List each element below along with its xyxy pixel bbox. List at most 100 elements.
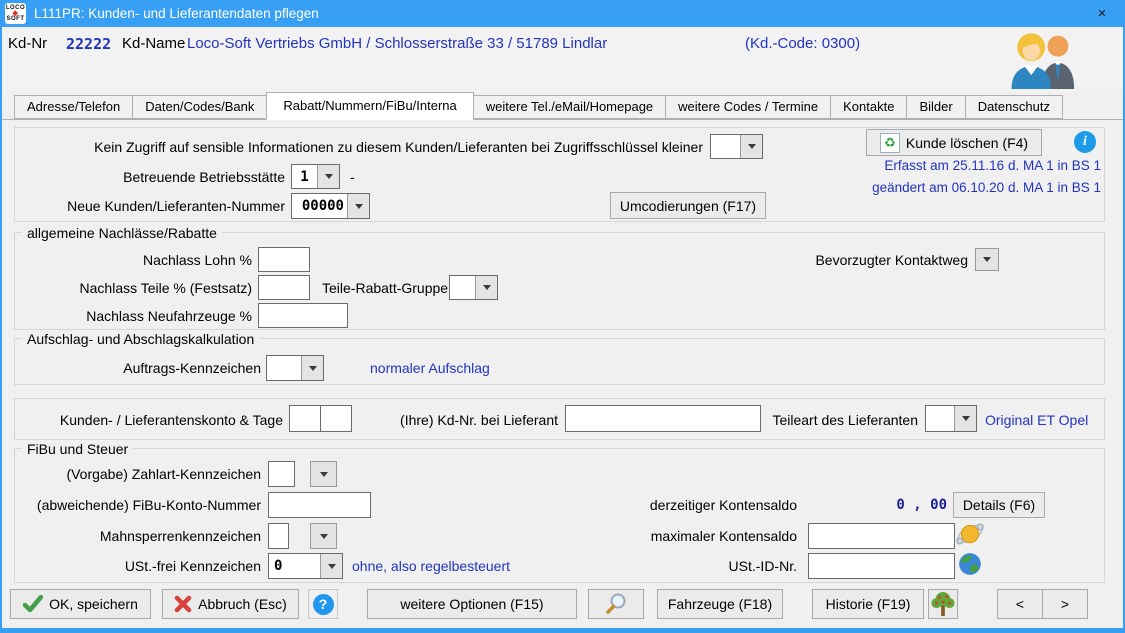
zahlart-label: (Vorgabe) Zahlart-Kennzeichen: [20, 466, 261, 482]
fibu-konto-label: (abweichende) FiBu-Konto-Nummer: [20, 497, 261, 513]
abbruch-label: Abbruch (Esc): [198, 596, 287, 612]
prev-button[interactable]: <: [997, 589, 1043, 619]
kdname-value: Loco-Soft Vertriebs GmbH / Schlosserstra…: [187, 35, 607, 52]
betriebsstaette-value: 1: [292, 165, 317, 188]
kontensaldo-label: derzeitiger Kontensaldo: [600, 497, 797, 513]
access-key-value: [711, 135, 740, 158]
details-button[interactable]: Details (F6): [953, 492, 1045, 518]
ok-speichern-label: OK, speichern: [49, 596, 138, 612]
betriebsstaette-combobox[interactable]: 1: [291, 164, 340, 189]
chevron-down-icon[interactable]: [347, 194, 369, 218]
mahnsperre-dropdown[interactable]: [310, 523, 337, 549]
teile-rabatt-gruppe-combobox[interactable]: [449, 275, 498, 300]
tab-daten-codes-bank[interactable]: Daten/Codes/Bank: [132, 95, 267, 119]
check-icon: [23, 595, 43, 613]
neue-nummer-combobox[interactable]: 00000: [291, 193, 370, 219]
globe-icon: [957, 551, 983, 577]
nachlass-neufahrzeuge-input[interactable]: [258, 303, 348, 328]
tab-weitere-tel-email-homepage[interactable]: weitere Tel./eMail/Homepage: [473, 95, 666, 119]
teileart-combobox[interactable]: [925, 405, 977, 432]
title-bar: LOCO ◆ SOFT L111PR: Kunden- und Lieferan…: [0, 0, 1125, 27]
nachlass-teile-label: Nachlass Teile % (Festsatz): [20, 280, 252, 296]
max-kontensaldo-label: maximaler Kontensaldo: [600, 528, 797, 544]
fahrzeuge-button[interactable]: Fahrzeuge (F18): [657, 589, 783, 619]
logo-text-bottom: SOFT: [7, 16, 25, 22]
umcodierungen-button[interactable]: Umcodierungen (F17): [610, 192, 766, 219]
delete-recycle-icon: ♻: [880, 133, 900, 153]
search-icon: [604, 592, 628, 616]
teileart-hint: Original ET Opel: [985, 412, 1088, 428]
teileart-label: Teileart des Lieferanten: [762, 412, 918, 428]
app-window: LOCO ◆ SOFT L111PR: Kunden- und Lieferan…: [0, 0, 1125, 633]
weitere-optionen-button[interactable]: weitere Optionen (F15): [367, 589, 577, 619]
kunde-loeschen-button[interactable]: ♻ Kunde löschen (F4): [866, 129, 1042, 156]
kdnr-bei-lieferant-input[interactable]: [565, 405, 761, 432]
ustid-input[interactable]: [808, 553, 955, 579]
help-icon: ?: [313, 594, 334, 615]
kdcode-value: (Kd.-Code: 0300): [745, 35, 860, 52]
aufschlag-legend: Aufschlag- und Abschlagskalkulation: [22, 331, 259, 347]
teile-rabatt-gruppe-label: Teile-Rabatt-Gruppe: [322, 280, 448, 296]
auftrags-kennzeichen-label: Auftrags-Kennzeichen: [20, 360, 261, 376]
window-border-left: [0, 27, 2, 633]
tab-bilder[interactable]: Bilder: [906, 95, 965, 119]
chevron-down-icon[interactable]: [317, 165, 339, 188]
search-button[interactable]: [588, 589, 644, 619]
tage-input[interactable]: [320, 405, 352, 432]
customer-avatar-icon: [1005, 31, 1083, 89]
tab-kontakte[interactable]: Kontakte: [830, 95, 907, 119]
access-key-combobox[interactable]: [710, 134, 763, 159]
chevron-down-icon[interactable]: [475, 276, 497, 299]
historie-button[interactable]: Historie (F19): [812, 589, 924, 619]
auftrags-kennzeichen-value: [267, 356, 301, 380]
fibu-konto-input[interactable]: [268, 492, 371, 518]
tab-weitere-codes-termine[interactable]: weitere Codes / Termine: [665, 95, 831, 119]
ok-speichern-button[interactable]: OK, speichern: [10, 589, 151, 619]
family-tree-button[interactable]: [928, 589, 958, 619]
cancel-x-icon: [174, 595, 192, 613]
ustfrei-label: USt.-frei Kennzeichen: [20, 558, 261, 574]
ustfrei-value: 0: [269, 554, 320, 578]
tab-bar: Adresse/Telefon Daten/Codes/Bank Rabatt/…: [2, 95, 1123, 120]
zahlart-dropdown[interactable]: [310, 461, 337, 487]
kdnr-value: 22222: [66, 35, 111, 53]
abbruch-button[interactable]: Abbruch (Esc): [162, 589, 299, 619]
zahlart-input[interactable]: [268, 461, 295, 487]
chevron-down-icon[interactable]: [301, 356, 323, 380]
ustfrei-hint: ohne, also regelbesteuert: [352, 558, 510, 574]
chevron-down-icon[interactable]: [740, 135, 762, 158]
fibu-legend: FiBu und Steuer: [22, 441, 133, 457]
ustid-label: USt.-ID-Nr.: [600, 558, 797, 574]
teile-rabatt-gruppe-value: [450, 276, 475, 299]
kontaktweg-dropdown[interactable]: [975, 248, 999, 271]
auftrags-kennzeichen-combobox[interactable]: [266, 355, 324, 381]
ustfrei-combobox[interactable]: 0: [268, 553, 343, 579]
nachlass-lohn-label: Nachlass Lohn %: [20, 252, 252, 268]
teileart-value: [926, 406, 954, 431]
chevron-down-icon[interactable]: [954, 406, 976, 431]
kunde-loeschen-label: Kunde löschen (F4): [906, 135, 1028, 151]
lieferantenkonto-label: Kunden- / Lieferantenskonto & Tage: [20, 412, 283, 428]
tree-icon: [931, 591, 955, 617]
mahnsperre-input[interactable]: [268, 523, 289, 549]
kdnr-bei-lieferant-label: (Ihre) Kd-Nr. bei Lieferant: [380, 412, 558, 428]
kdnr-label: Kd-Nr: [8, 35, 47, 52]
nachlass-lohn-input[interactable]: [258, 247, 310, 272]
max-kontensaldo-input[interactable]: [808, 523, 955, 549]
help-button[interactable]: ?: [308, 589, 338, 619]
tab-rabatt-nummern-fibu-interna[interactable]: Rabatt/Nummern/FiBu/Interna: [266, 92, 473, 120]
close-icon[interactable]: ×: [1079, 0, 1125, 27]
nachlass-teile-input[interactable]: [258, 275, 310, 300]
auftrags-kennzeichen-hint: normaler Aufschlag: [370, 360, 490, 376]
rabatte-legend: allgemeine Nachlässe/Rabatte: [22, 225, 222, 241]
window-border-bottom: [0, 628, 1125, 633]
access-key-label: Kein Zugriff auf sensible Informationen …: [20, 139, 703, 155]
info-icon[interactable]: i: [1074, 131, 1096, 153]
chevron-down-icon[interactable]: [320, 554, 342, 578]
tab-adresse-telefon[interactable]: Adresse/Telefon: [14, 95, 133, 119]
lieferantenkonto-input[interactable]: [289, 405, 321, 432]
mahnsperre-label: Mahnsperrenkennzeichen: [20, 528, 261, 544]
neue-nummer-label: Neue Kunden/Lieferanten-Nummer: [20, 198, 285, 214]
next-button[interactable]: >: [1042, 589, 1088, 619]
tab-datenschutz[interactable]: Datenschutz: [965, 95, 1063, 119]
